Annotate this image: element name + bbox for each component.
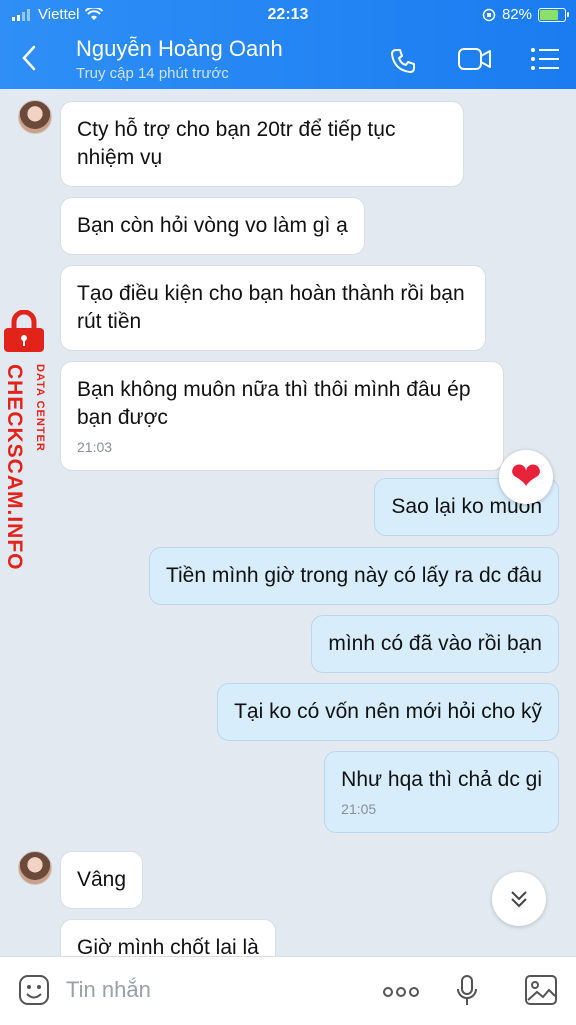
message-outgoing[interactable]: mình có đã vào rồi bạn — [311, 615, 559, 673]
message-text: Bạn còn hỏi vòng vo làm gì ạ — [77, 214, 348, 237]
message-text: Như hqa thì chả dc gi — [341, 768, 542, 791]
message-incoming[interactable]: Giờ mình chốt lai là — [60, 919, 276, 956]
message-text: Giờ mình chốt lai là — [77, 936, 259, 956]
orientation-lock-icon — [482, 8, 496, 21]
message-outgoing[interactable]: Như hqa thì chả dc gi 21:05 — [324, 751, 559, 833]
battery-fill — [540, 9, 559, 20]
message-text: Vâng — [77, 868, 127, 891]
heart-reaction-icon[interactable]: ❤ — [499, 450, 553, 504]
message-time: 21:03 — [77, 439, 113, 455]
message-text: Cty hỗ trợ cho bạn 20tr để tiếp tục nhiệ… — [77, 118, 396, 169]
more-icon[interactable] — [382, 985, 420, 1003]
message-text: mình có đã vào rồi bạn — [328, 632, 542, 655]
message-outgoing[interactable]: Tiền mình giờ trong này có lấy ra dc đâu — [148, 547, 559, 605]
padlock-logo — [4, 310, 44, 352]
back-chevron-icon[interactable] — [20, 44, 38, 78]
message-text: Tiền mình giờ trong này có lấy ra dc đâu — [165, 564, 542, 587]
last-seen: Truy cập 14 phút trước — [76, 65, 229, 82]
contact-name: Nguyễn Hoàng Oanh — [76, 36, 283, 61]
message-incoming[interactable]: Bạn không muôn nữa thì thôi mình đâu ép … — [60, 361, 504, 471]
message-text: Tại ko có vốn nên mới hỏi cho kỹ — [234, 700, 542, 723]
scroll-down-button[interactable] — [492, 872, 546, 926]
message-incoming[interactable]: Cty hỗ trợ cho bạn 20tr để tiếp tục nhiệ… — [60, 101, 464, 187]
message-outgoing[interactable]: Tại ko có vốn nên mới hỏi cho kỹ — [217, 683, 559, 741]
double-chevron-down-icon — [511, 891, 527, 908]
status-bar: Viettel 22:13 82% — [0, 6, 576, 26]
contact-avatar[interactable] — [18, 100, 52, 134]
watermark: CHECKSCAM.INFO DATA CENTER — [0, 310, 60, 590]
watermark-sub-text: DATA CENTER — [34, 364, 46, 452]
sticker-icon[interactable] — [18, 974, 50, 1011]
contact-avatar[interactable] — [18, 851, 52, 885]
microphone-icon[interactable] — [455, 974, 479, 1013]
message-incoming[interactable]: Tạo điều kiện cho bạn hoàn thành rồi bạn… — [60, 265, 486, 351]
message-text: Bạn không muôn nữa thì thôi mình đâu ép … — [77, 378, 471, 429]
status-right: 82% — [482, 6, 569, 23]
chat-header: Viettel 22:13 82% Nguyễn Hoàng Oanh Truy… — [0, 0, 576, 89]
battery-percent: 82% — [501, 6, 532, 23]
menu-list-icon[interactable] — [530, 46, 560, 77]
watermark-main-text: CHECKSCAM.INFO — [3, 364, 26, 571]
message-incoming[interactable]: Vâng — [60, 851, 144, 909]
chat-area[interactable]: Cty hỗ trợ cho bạn 20tr để tiếp tục nhiệ… — [0, 89, 576, 956]
message-input[interactable]: Tin nhắn — [66, 977, 151, 1003]
contact-info[interactable]: Nguyễn Hoàng Oanh Truy cập 14 phút trước — [76, 36, 283, 82]
message-incoming[interactable]: Bạn còn hỏi vòng vo làm gì ạ — [60, 197, 365, 255]
message-composer: Tin nhắn — [0, 956, 576, 1025]
battery-icon — [538, 7, 569, 22]
message-time: 21:05 — [341, 801, 377, 817]
phone-icon[interactable] — [388, 46, 418, 81]
message-text: Tạo điều kiện cho bạn hoàn thành rồi bạn… — [77, 282, 465, 333]
image-icon[interactable] — [524, 974, 558, 1011]
video-call-icon[interactable] — [457, 46, 493, 77]
